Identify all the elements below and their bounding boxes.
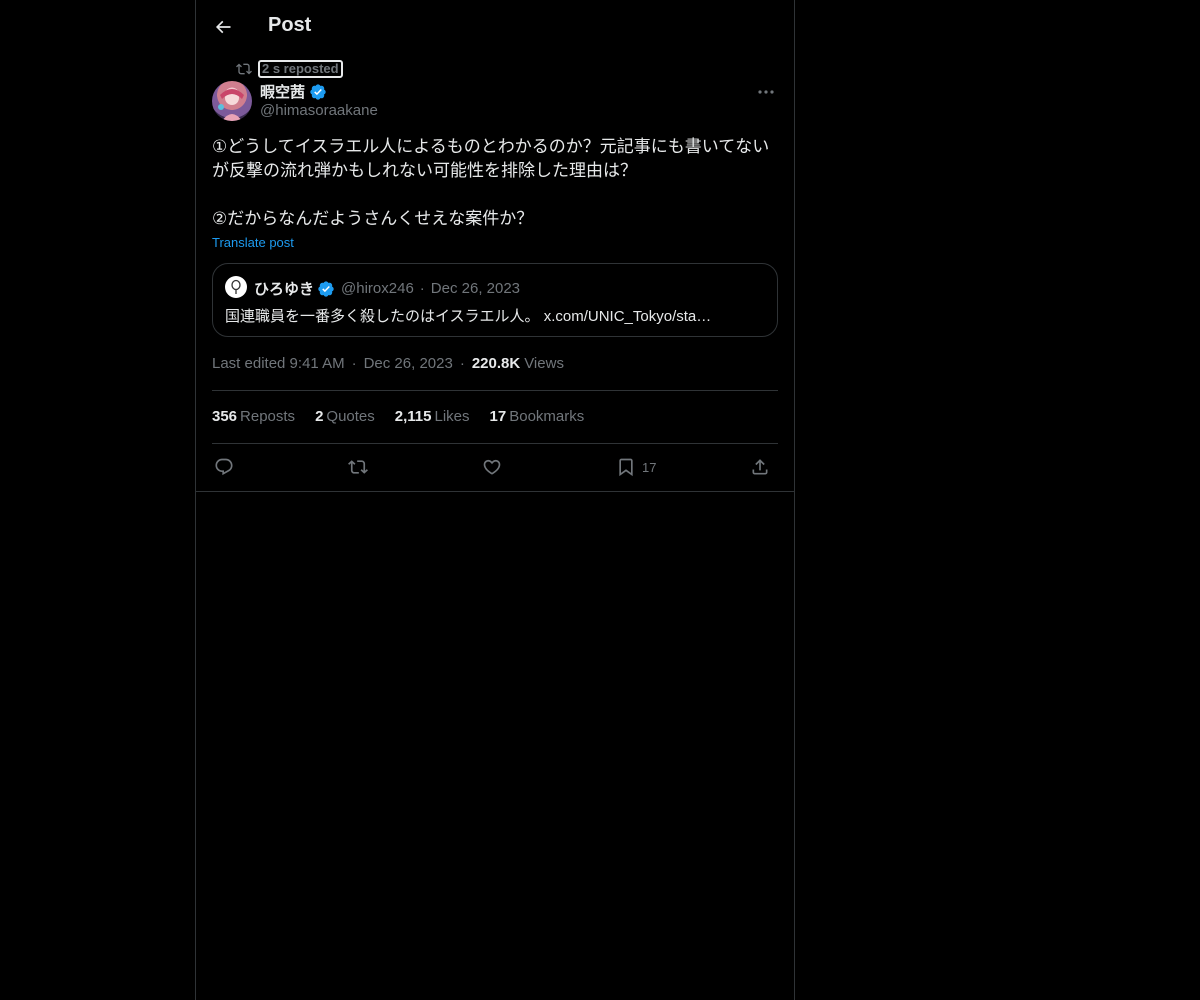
divider bbox=[212, 390, 778, 391]
quoted-text: 国連職員を一番多く殺したのはイスラエル人。 x.com/UNIC_Tokyo/s… bbox=[225, 308, 712, 325]
repost-button[interactable] bbox=[348, 455, 368, 479]
heart-icon bbox=[483, 459, 501, 475]
likes-count: 2,115 bbox=[394, 408, 432, 425]
divider bbox=[196, 491, 794, 492]
translate-post-link[interactable]: Translate post bbox=[212, 235, 294, 250]
share-button[interactable] bbox=[750, 455, 770, 479]
bookmarks-stat[interactable]: 17 Bookmarks bbox=[490, 408, 585, 425]
action-bar: 17 bbox=[212, 455, 778, 481]
separator-dot: · bbox=[351, 355, 357, 372]
bookmarks-label: Bookmarks bbox=[509, 408, 585, 425]
quotes-stat[interactable]: 2 Quotes bbox=[315, 408, 375, 425]
verified-badge-icon bbox=[310, 83, 326, 100]
repost-icon bbox=[236, 63, 252, 75]
reply-icon bbox=[215, 458, 233, 476]
post-column: Post 2 s reposted 暇空茜 @himasoraakane ①どう… bbox=[195, 0, 795, 1000]
like-button[interactable] bbox=[482, 455, 502, 479]
arrow-left-icon bbox=[215, 20, 231, 34]
likes-stat[interactable]: 2,115 Likes bbox=[395, 408, 470, 425]
avatar[interactable] bbox=[212, 81, 252, 121]
reply-button[interactable] bbox=[214, 455, 234, 479]
engagement-stats: 356 Reposts 2 Quotes 2,115 Likes 17 Bookmark… bbox=[212, 408, 604, 425]
quoted-post[interactable]: ひろゆき @hirox246 · Dec 26, 2023 国連職員を一番多く殺… bbox=[212, 263, 778, 337]
post-date[interactable]: Dec 26, 2023 bbox=[364, 355, 453, 372]
repost-icon bbox=[348, 460, 368, 474]
bookmark-icon bbox=[619, 458, 633, 477]
quoted-header: ひろゆき @hirox246 · Dec 26, 2023 bbox=[254, 278, 520, 299]
author-handle[interactable]: @himasoraakane bbox=[260, 102, 378, 119]
reposts-stat[interactable]: 356 Reposts bbox=[212, 408, 295, 425]
likes-label: Likes bbox=[434, 408, 470, 425]
back-button[interactable] bbox=[208, 12, 238, 42]
share-icon bbox=[752, 459, 768, 475]
more-button[interactable] bbox=[754, 82, 778, 102]
page-title: Post bbox=[268, 14, 312, 36]
post-text: ①どうしてイスラエル人によるものとわかるのか？元記事にも書いてないが反撃の流れ弾… bbox=[212, 137, 770, 228]
divider bbox=[212, 443, 778, 444]
repost-indicator[interactable]: 2 s reposted bbox=[236, 60, 343, 78]
repost-label: 2 s reposted bbox=[258, 60, 343, 78]
header: Post bbox=[196, 0, 794, 53]
author-name-row[interactable]: 暇空茜 bbox=[260, 81, 327, 102]
quoted-author-name: ひろゆき bbox=[254, 281, 315, 298]
separator-dot: · bbox=[419, 280, 425, 297]
quoted-date: Dec 26, 2023 bbox=[430, 280, 521, 297]
bookmark-button[interactable]: 17 bbox=[616, 455, 656, 479]
verified-badge-icon bbox=[318, 280, 334, 297]
views-label: Views bbox=[524, 355, 564, 372]
quoted-author-handle: @hirox246 bbox=[341, 280, 414, 297]
more-icon bbox=[758, 90, 774, 94]
avatar-image bbox=[218, 89, 244, 121]
bookmarks-count: 17 bbox=[489, 408, 507, 425]
separator-dot: · bbox=[459, 355, 465, 372]
post-meta: Last edited 9:41 AM · Dec 26, 2023 · 220… bbox=[212, 355, 564, 372]
quoted-avatar bbox=[225, 276, 247, 298]
reposts-count: 356 bbox=[212, 408, 238, 425]
bookmark-count: 17 bbox=[642, 459, 657, 475]
author-name[interactable]: 暇空茜 bbox=[260, 81, 305, 102]
reposts-label: Reposts bbox=[240, 408, 296, 425]
edited-time[interactable]: Last edited 9:41 AM bbox=[212, 355, 345, 372]
quotes-count: 2 bbox=[315, 408, 324, 425]
views-count: 220.8K bbox=[471, 355, 521, 372]
quoted-avatar-image bbox=[231, 279, 241, 294]
quotes-label: Quotes bbox=[326, 408, 375, 425]
